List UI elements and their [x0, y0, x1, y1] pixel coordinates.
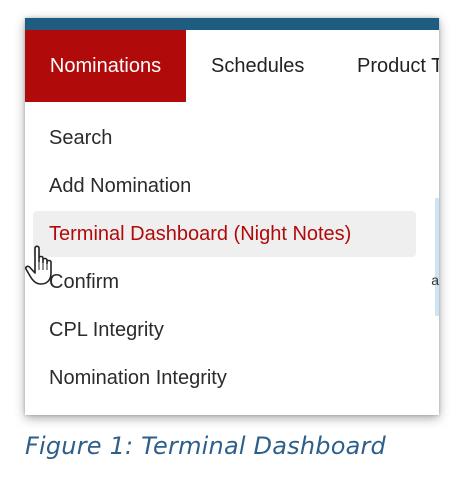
top-accent-bar — [25, 18, 439, 30]
hand-pointer-icon — [24, 245, 52, 285]
background-panel-edge — [435, 198, 439, 316]
menu-item-nomination-integrity[interactable]: Nomination Integrity — [33, 355, 416, 401]
background-panel-text: a — [431, 272, 439, 288]
screenshot-stage: Nominations Schedules Product T a Search… — [0, 0, 474, 488]
app-window: Nominations Schedules Product T a Search… — [25, 18, 439, 415]
menu-item-terminal-dashboard[interactable]: Terminal Dashboard (Night Notes) — [33, 211, 416, 257]
tab-nominations[interactable]: Nominations — [25, 30, 186, 102]
tab-schedules[interactable]: Schedules — [211, 30, 304, 102]
menu-item-confirm[interactable]: Confirm — [33, 259, 416, 305]
menu-item-search[interactable]: Search — [33, 115, 416, 161]
figure-caption: Figure 1: Terminal Dashboard — [25, 432, 386, 460]
nominations-dropdown-menu: Search Add Nomination Terminal Dashboard… — [25, 102, 425, 415]
main-navbar: Nominations Schedules Product T — [25, 30, 439, 102]
menu-item-add-nomination[interactable]: Add Nomination — [33, 163, 416, 209]
tab-product[interactable]: Product T — [357, 30, 439, 102]
menu-item-cpl-integrity[interactable]: CPL Integrity — [33, 307, 416, 353]
